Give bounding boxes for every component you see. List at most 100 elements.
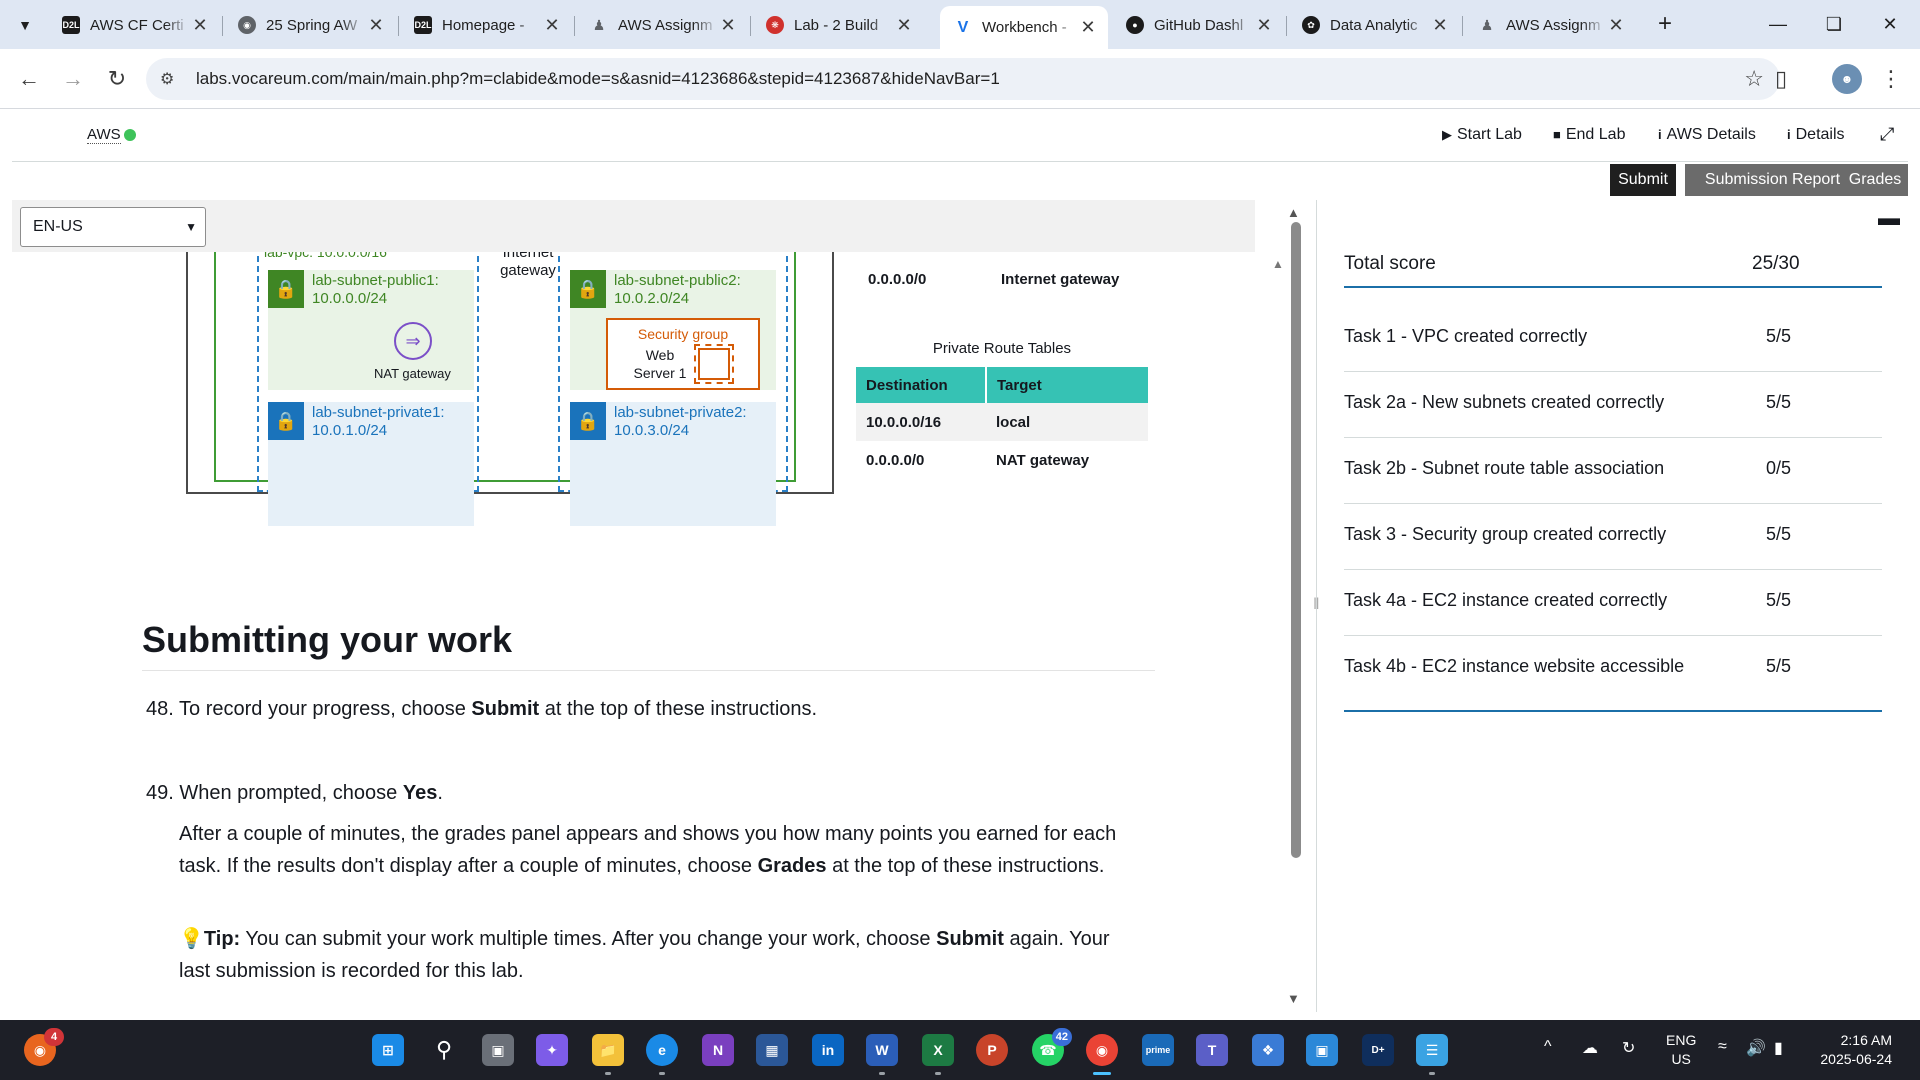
details-button[interactable]: i Details bbox=[1787, 126, 1845, 144]
section-title: Submitting your work bbox=[142, 619, 513, 660]
disney-plus-icon[interactable]: D+ bbox=[1362, 1034, 1394, 1066]
tab-workbench[interactable]: V Workbench - ✕ bbox=[940, 6, 1108, 49]
start-menu-icon[interactable]: ⊞ bbox=[372, 1034, 404, 1066]
tab-homepage[interactable]: D2L Homepage - ✕ bbox=[400, 6, 572, 44]
edge-icon[interactable]: e bbox=[646, 1034, 678, 1066]
start-lab-button[interactable]: ▶ Start Lab bbox=[1442, 126, 1522, 144]
tab-title: 25 Spring AW bbox=[266, 16, 358, 34]
omnibox[interactable]: ⚙ labs.vocareum.com/main/main.php?m=clab… bbox=[146, 58, 1780, 100]
whatsapp-icon[interactable]: ☎ 42 bbox=[1032, 1028, 1072, 1066]
table-row: 10.0.0.0/16 local bbox=[856, 403, 1148, 441]
close-tab-icon[interactable]: ✕ bbox=[190, 15, 210, 36]
step-48: 48. To record your progress, choose Subm… bbox=[146, 693, 817, 725]
close-tab-icon[interactable]: ✕ bbox=[1254, 15, 1274, 36]
step-bold: Submit bbox=[471, 698, 540, 720]
tab-lab-2-build[interactable]: ❋ Lab - 2 Build ✕ bbox=[752, 6, 924, 44]
url-text[interactable]: labs.vocareum.com/main/main.php?m=clabid… bbox=[196, 69, 1000, 89]
tray-chevron-up-icon[interactable]: ^ bbox=[1544, 1038, 1552, 1056]
powerpoint-icon[interactable]: P bbox=[976, 1034, 1008, 1066]
vocareum-icon: ❋ bbox=[766, 16, 784, 34]
volume-icon[interactable]: 🔊 bbox=[1746, 1038, 1766, 1058]
collapse-icon[interactable]: ▬ bbox=[1878, 205, 1900, 231]
close-tab-icon[interactable]: ✕ bbox=[894, 15, 914, 36]
search-icon[interactable]: ⚲ bbox=[428, 1034, 460, 1066]
task-score: 0/5 bbox=[1766, 458, 1792, 478]
grade-row: Task 2b - Subnet route table association… bbox=[1344, 438, 1882, 504]
profile-avatar-icon[interactable]: ☻ bbox=[1832, 64, 1862, 94]
tab-aws-cf-cert[interactable]: D2L AWS CF Certi ✕ bbox=[48, 6, 220, 44]
total-score-row: Total score 25/30 bbox=[1344, 240, 1882, 288]
new-tab-plus-icon[interactable]: + bbox=[1650, 10, 1680, 38]
close-tab-icon[interactable]: ✕ bbox=[1606, 15, 1626, 36]
notepad-icon[interactable]: ☰ bbox=[1416, 1034, 1448, 1066]
browser-tab-bar: ▼ D2L AWS CF Certi ✕ ◉ 25 Spring AW ✕ D2… bbox=[0, 0, 1920, 49]
browser-menu-icon[interactable]: ⋮ bbox=[1876, 64, 1906, 94]
microsoft-365-icon[interactable]: ❖ bbox=[1252, 1034, 1284, 1066]
battery-icon[interactable]: ▮ bbox=[1774, 1038, 1783, 1058]
excel-icon[interactable]: X bbox=[922, 1034, 954, 1066]
people-icon: ♟ bbox=[1480, 16, 1494, 33]
tab-aws-assignment[interactable]: ♟ AWS Assignm ✕ bbox=[576, 6, 748, 44]
info-icon: i bbox=[1787, 127, 1791, 142]
aws-details-button[interactable]: i AWS Details bbox=[1658, 126, 1756, 144]
onenote-icon[interactable]: N bbox=[702, 1034, 734, 1066]
bookmark-star-icon[interactable]: ☆ bbox=[1744, 66, 1764, 92]
close-tab-icon[interactable]: ✕ bbox=[718, 15, 738, 36]
sync-icon[interactable]: ↻ bbox=[1622, 1038, 1635, 1058]
resize-handle-icon[interactable]: ‖ bbox=[1313, 596, 1320, 614]
back-icon[interactable]: ← bbox=[14, 64, 44, 94]
close-tab-icon[interactable]: ✕ bbox=[1078, 17, 1098, 38]
onedrive-icon[interactable]: ☁ bbox=[1582, 1038, 1598, 1058]
language-select[interactable]: EN-US ▼ bbox=[20, 207, 206, 247]
tab-25-spring[interactable]: ◉ 25 Spring AW ✕ bbox=[224, 6, 396, 44]
site-info-icon[interactable]: ⚙ bbox=[160, 69, 186, 89]
scrollbar-thumb[interactable] bbox=[1291, 222, 1301, 858]
minimize-icon[interactable]: — bbox=[1758, 8, 1798, 40]
total-score-label: Total score bbox=[1344, 253, 1436, 274]
end-lab-button[interactable]: ■ End Lab bbox=[1553, 126, 1625, 144]
input-language-indicator[interactable]: ENG US bbox=[1666, 1031, 1696, 1069]
submit-button[interactable]: Submit bbox=[1610, 164, 1676, 196]
tab-aws-assignment-2[interactable]: ♟ AWS Assignm ✕ bbox=[1464, 6, 1636, 44]
scroll-up-icon[interactable]: ▲ bbox=[1287, 205, 1300, 220]
word-icon[interactable]: W bbox=[866, 1034, 898, 1066]
grades-end-rule bbox=[1344, 710, 1882, 712]
lab-header: AWS ▶ Start Lab ■ End Lab i AWS Details i De… bbox=[12, 110, 1908, 162]
copilot-icon[interactable]: ✦ bbox=[536, 1034, 568, 1066]
reload-icon[interactable]: ↻ bbox=[102, 64, 132, 94]
close-window-icon[interactable]: ✕ bbox=[1870, 8, 1910, 40]
forward-icon[interactable]: → bbox=[58, 64, 88, 94]
tab-data-analytics[interactable]: ✿ Data Analytic ✕ bbox=[1288, 6, 1460, 44]
system-clock[interactable]: 2:16 AM 2025-06-24 bbox=[1812, 1031, 1892, 1069]
tab-title: Homepage - bbox=[442, 16, 525, 34]
grade-row: Task 1 - VPC created correctly 5/5 bbox=[1344, 306, 1882, 372]
submission-report-button[interactable]: Submission Report bbox=[1685, 164, 1860, 196]
restore-icon[interactable]: ❏ bbox=[1814, 8, 1854, 40]
close-tab-icon[interactable]: ✕ bbox=[542, 15, 562, 36]
extensions-icon[interactable]: ▯ bbox=[1766, 64, 1796, 94]
tab-github-dashboard[interactable]: ● GitHub Dashl ✕ bbox=[1112, 6, 1284, 44]
wifi-icon[interactable]: ≈ bbox=[1718, 1038, 1727, 1056]
vocareum-v-icon: V bbox=[957, 18, 969, 36]
fullscreen-icon[interactable]: ⤢ bbox=[1880, 124, 1894, 145]
language-code: ENG bbox=[1666, 1032, 1697, 1048]
tab-search-chevron-icon[interactable]: ▼ bbox=[10, 10, 40, 40]
linkedin-icon[interactable]: in bbox=[812, 1034, 844, 1066]
internet-gateway-label: Internet gateway bbox=[500, 252, 556, 279]
inner-scroll-up-icon[interactable]: ▲ bbox=[1272, 257, 1284, 271]
file-explorer-icon[interactable]: 📁 bbox=[592, 1034, 624, 1066]
microsoft-store-icon[interactable]: ▦ bbox=[756, 1034, 788, 1066]
route-header-target: Target bbox=[985, 367, 1148, 403]
scroll-down-icon[interactable]: ▼ bbox=[1287, 991, 1300, 1006]
task-view-icon[interactable]: ▣ bbox=[482, 1034, 514, 1066]
subnet-private2: 🔒 lab-subnet-private2: 10.0.3.0/24 bbox=[570, 402, 776, 526]
photos-icon[interactable]: ▣ bbox=[1306, 1034, 1338, 1066]
prime-video-icon[interactable]: prime bbox=[1142, 1034, 1174, 1066]
close-tab-icon[interactable]: ✕ bbox=[1430, 15, 1450, 36]
firefox-icon[interactable]: ◉ 4 bbox=[24, 1028, 64, 1066]
close-tab-icon[interactable]: ✕ bbox=[366, 15, 386, 36]
teams-icon[interactable]: T bbox=[1196, 1034, 1228, 1066]
grades-button[interactable]: Grades bbox=[1842, 164, 1908, 196]
aws-status-label[interactable]: AWS bbox=[87, 126, 121, 144]
chrome-icon[interactable]: ◉ bbox=[1086, 1034, 1118, 1066]
